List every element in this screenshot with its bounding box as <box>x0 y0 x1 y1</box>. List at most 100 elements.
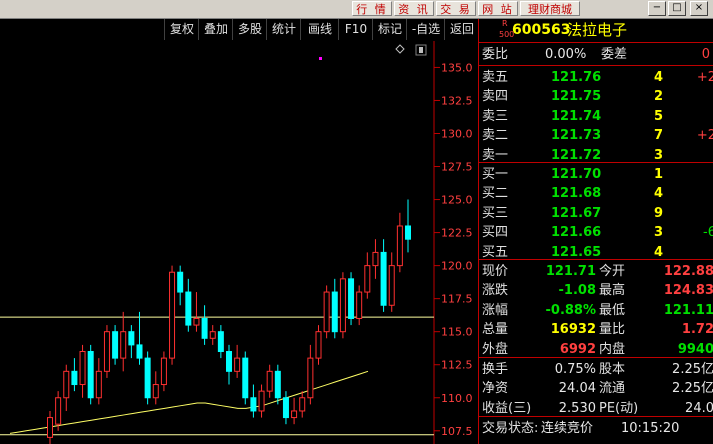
candle-body <box>201 317 208 339</box>
y-tick-label: 122.5 <box>441 227 473 240</box>
ask-row[interactable]: 卖二 121.73 7 +2 <box>479 126 713 145</box>
collapse-icon[interactable] <box>415 44 427 56</box>
y-tick-label: 112.5 <box>441 359 473 372</box>
ask-label: 卖五 <box>482 70 509 85</box>
bid-row[interactable]: 买四 121.66 3 -6 <box>479 223 713 242</box>
candle-body <box>274 370 281 399</box>
bid-row[interactable]: 买一 121.70 1 <box>479 165 713 184</box>
y-tick-label: 127.5 <box>441 161 473 174</box>
menu-news-button[interactable]: 资 讯 <box>394 1 434 16</box>
candle-body <box>396 225 403 267</box>
stat-label: 内盘 <box>599 341 626 357</box>
stat-label: 净资 <box>482 381 509 397</box>
y-tick-label: 135.0 <box>441 61 473 74</box>
stat-label: PE(动) <box>599 400 639 416</box>
y-tick-label: 117.5 <box>441 293 473 306</box>
stat-row: 外盘 6992 内盘 9940 <box>479 340 713 359</box>
stat2-row: 收益(三) 2.530 PE(动) 24.0 <box>479 399 713 418</box>
candle-body <box>364 265 371 293</box>
candle-body <box>258 390 265 412</box>
diamond-icon[interactable] <box>395 44 405 54</box>
y-tick-label: 132.5 <box>441 94 473 107</box>
stat-label: 最低 <box>599 302 626 318</box>
stat-value: 0.75% <box>554 362 596 377</box>
ask-row[interactable]: 卖五 121.76 4 +2 <box>479 68 713 87</box>
bid-row[interactable]: 买三 121.67 9 <box>479 204 713 223</box>
candle-body <box>177 271 184 293</box>
candle-body <box>95 370 102 399</box>
candle-body <box>299 397 306 412</box>
menu-mall-button[interactable]: 理财商城 <box>520 1 580 16</box>
candle-body <box>356 291 363 319</box>
bid-volume: 3 <box>654 225 664 241</box>
tool-watchlist-button[interactable]: -自选 <box>406 19 445 40</box>
stat-value: 2.25亿 <box>672 362 713 377</box>
stat-label: 换手 <box>482 362 509 377</box>
candlestick-chart[interactable]: 135.0 132.5 130.0 127.5 125.0 122.5 120.0 117.5… <box>0 41 478 444</box>
y-tick-label: 125.0 <box>441 194 473 207</box>
candle-body <box>160 357 167 386</box>
ask-price: 121.76 <box>551 70 602 85</box>
y-tick-label: 120.0 <box>441 260 473 273</box>
candle-body <box>348 278 355 319</box>
candle-body <box>55 397 62 425</box>
bid-volume: 4 <box>654 186 664 202</box>
bid-price: 121.70 <box>551 167 602 182</box>
stat-label: 今开 <box>599 264 626 279</box>
trade-time: 10:15:20 <box>621 421 680 436</box>
stat-label: 收益(三) <box>482 400 532 416</box>
candle-body <box>307 357 314 399</box>
stat2-row: 净资 24.04 流通 2.25亿 <box>479 379 713 398</box>
stat2-row: 换手 0.75% 股本 2.25亿 <box>479 360 713 379</box>
stat-value: 9940 <box>677 341 713 357</box>
candle-body <box>209 331 216 339</box>
marker-point <box>319 57 322 60</box>
tool-stats-button[interactable]: 统计 <box>266 19 301 40</box>
bid-row[interactable]: 买二 121.68 4 <box>479 184 713 203</box>
candle-body <box>242 357 249 399</box>
ask-change: +2 <box>696 128 713 144</box>
bid-label: 买四 <box>482 225 509 241</box>
ask-label: 卖二 <box>482 128 509 144</box>
stock-header: R 500 600563 法拉电子 <box>479 19 713 41</box>
candle-body <box>405 225 411 240</box>
tool-f10-button[interactable]: F10 <box>338 19 373 40</box>
stat-value: 24.04 <box>558 381 596 397</box>
minimize-button[interactable]: − <box>648 1 666 16</box>
ask-volume: 7 <box>654 128 664 144</box>
ask-label: 卖四 <box>482 89 509 105</box>
ask-volume: 2 <box>654 89 664 105</box>
ask-row[interactable]: 卖三 121.74 5 <box>479 107 713 126</box>
candle-body <box>152 384 159 399</box>
stat-label: 流通 <box>599 381 626 397</box>
menu-website-button[interactable]: 网 站 <box>478 1 518 16</box>
tool-draw-button[interactable]: 画线 <box>300 19 339 40</box>
tool-back-button[interactable]: 返回 <box>444 19 479 40</box>
menu-trade-button[interactable]: 交 易 <box>436 1 476 16</box>
tool-multistock-button[interactable]: 多股 <box>232 19 267 40</box>
bid-volume: 9 <box>654 205 664 221</box>
candle-body <box>234 357 241 372</box>
y-tick-label: 107.5 <box>441 425 473 438</box>
candle-body <box>372 251 379 267</box>
bid-change: -6 <box>703 225 713 241</box>
maximize-button[interactable]: □ <box>668 1 686 16</box>
weibi-row: 委比 0.00% 委差 0 <box>479 45 713 64</box>
stat-row: 涨幅 -0.88% 最低 121.11 <box>479 301 713 320</box>
stat-row: 总量 16932 量比 1.72 <box>479 320 713 339</box>
y-tick-label: 110.0 <box>441 392 473 405</box>
stock-code: 600563 <box>512 22 571 38</box>
tool-mark-button[interactable]: 标记 <box>372 19 407 40</box>
stat-label: 外盘 <box>482 341 509 357</box>
stat-value: 2.530 <box>558 400 596 416</box>
weicha-value: 0 <box>701 47 710 62</box>
candle-body <box>291 410 298 419</box>
close-button[interactable]: × <box>690 1 708 16</box>
candle-body <box>193 317 200 326</box>
ask-row[interactable]: 卖四 121.75 2 <box>479 87 713 106</box>
y-tick-label: 115.0 <box>441 326 473 339</box>
tool-overlay-button[interactable]: 叠加 <box>198 19 233 40</box>
candle-body <box>282 397 289 419</box>
tool-rights-button[interactable]: 复权 <box>164 19 199 40</box>
menu-quotes-button[interactable]: 行 情 <box>352 1 392 16</box>
